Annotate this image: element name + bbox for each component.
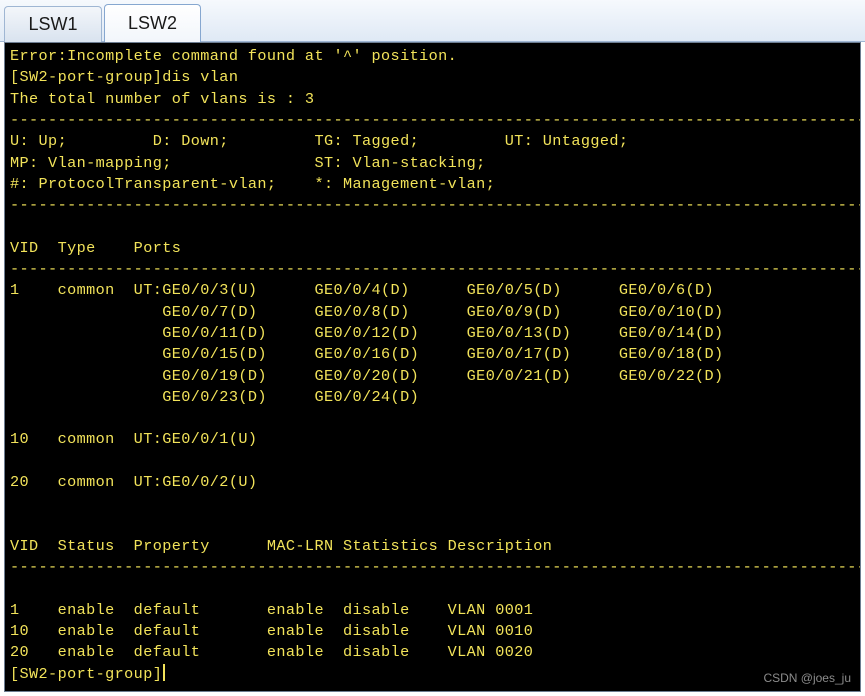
tab-lsw1[interactable]: LSW1 — [4, 6, 102, 42]
terminal-line: ----------------------------------------… — [10, 558, 861, 577]
terminal-line: GE0/0/7(D) GE0/0/8(D) GE0/0/9(D) GE0/0/1… — [10, 302, 724, 321]
terminal-line: GE0/0/23(D) GE0/0/24(D) — [10, 387, 420, 406]
terminal-line: ----------------------------------------… — [10, 260, 861, 278]
terminal-line: VID Status Property MAC-LRN Statistics D… — [10, 536, 553, 555]
terminal-line: 10 enable default enable disable VLAN 00… — [10, 622, 534, 641]
terminal-line: The total number of vlans is : 3 — [10, 89, 315, 108]
terminal-line: GE0/0/11(D) GE0/0/12(D) GE0/0/13(D) GE0/… — [10, 323, 724, 342]
terminal-line: VID Type Ports — [10, 238, 182, 257]
watermark: CSDN @joes_ju — [763, 671, 851, 685]
text-cursor — [163, 663, 166, 681]
terminal-line: [SW2-port-group]dis vlan — [10, 68, 239, 87]
terminal-line: 10 common UT:GE0/0/1(U) — [10, 430, 258, 449]
terminal-line: [SW2-port-group] — [10, 663, 166, 685]
terminal-line: 20 common UT:GE0/0/2(U) — [10, 473, 258, 491]
terminal-line: ----------------------------------------… — [10, 196, 861, 215]
terminal-line: MP: Vlan-mapping; ST: Vlan-stacking; — [10, 153, 486, 172]
tab-bar: LSW1 LSW2 — [0, 0, 865, 43]
terminal-line: GE0/0/19(D) GE0/0/20(D) GE0/0/21(D) GE0/… — [10, 366, 724, 385]
terminal-line: 1 enable default enable disable VLAN 000… — [10, 600, 534, 619]
terminal-line: #: ProtocolTransparent-vlan; *: Manageme… — [10, 174, 496, 193]
terminal-line: GE0/0/15(D) GE0/0/16(D) GE0/0/17(D) GE0/… — [10, 345, 724, 364]
terminal-console[interactable]: Error:Incomplete command found at '^' po… — [4, 42, 861, 692]
terminal-line: 20 enable default enable disable VLAN 00… — [10, 643, 534, 662]
terminal-line: 1 common UT:GE0/0/3(U) GE0/0/4(D) GE0/0/… — [10, 281, 715, 300]
terminal-line: ----------------------------------------… — [10, 110, 861, 129]
terminal-line: U: Up; D: Down; TG: Tagged; UT: Untagged… — [10, 132, 629, 151]
terminal-line: Error:Incomplete command found at '^' po… — [10, 47, 458, 65]
tab-lsw2[interactable]: LSW2 — [104, 4, 201, 43]
